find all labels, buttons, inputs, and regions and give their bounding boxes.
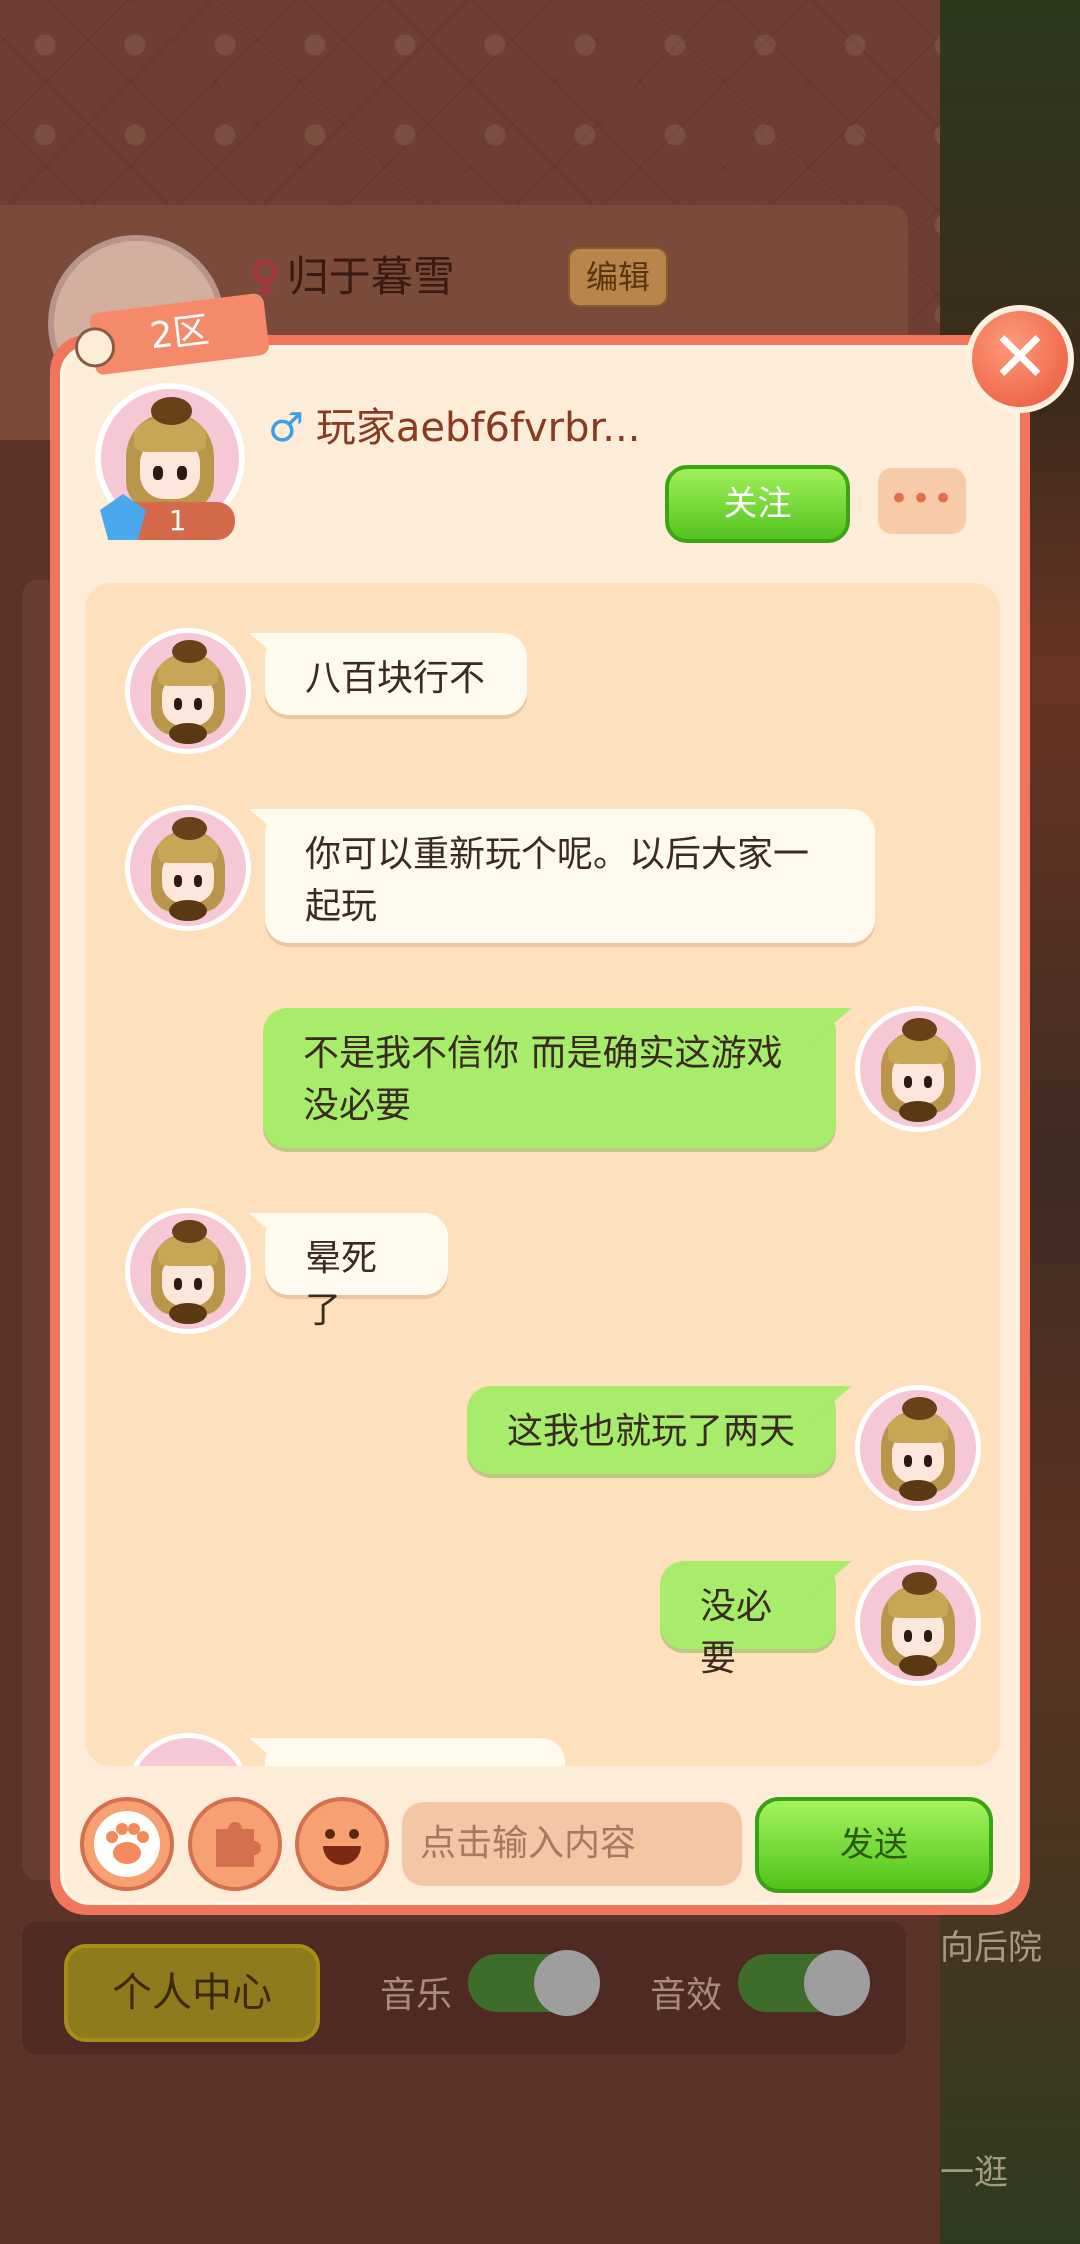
bg-text: 一逛 (940, 2153, 1008, 2193)
girl-avatar-icon (860, 1011, 976, 1127)
settings-bar: 个人中心 音乐 音效 (22, 1922, 906, 2054)
message-avatar[interactable] (855, 1560, 981, 1686)
toggle-knob (804, 1950, 870, 2016)
music-label: 音乐 (380, 1975, 453, 2016)
message-input[interactable]: 点击输入内容 (402, 1802, 742, 1886)
edit-button[interactable]: 编辑 (568, 247, 668, 307)
message-avatar[interactable] (125, 628, 251, 754)
player-name: ♂ 玩家aebf6fvrbr... (268, 405, 641, 451)
message-bubble: 没必要 (660, 1561, 836, 1679)
message-bubble: 这我也就玩了两天 (467, 1386, 836, 1474)
girl-avatar-icon (130, 1213, 246, 1329)
music-toggle[interactable] (468, 1950, 600, 2016)
message-bubble: 晕死了 (265, 1213, 448, 1331)
girl-avatar-icon (860, 1565, 976, 1681)
message-bubble: 不是我不信你 而是确实这游戏没必要 (263, 1008, 836, 1148)
girl-avatar-icon (130, 810, 246, 926)
follow-button[interactable]: 关注 (665, 465, 850, 543)
chat-messages[interactable]: 八百块行不 你可以重新玩个呢。以后大家一起玩 不是我不信你 而是确实这游戏没必要… (85, 583, 1000, 1766)
message-avatar[interactable] (125, 1208, 251, 1334)
message-avatar[interactable] (125, 1733, 251, 1766)
message-bubble: 八百块行不 (265, 633, 527, 715)
close-button[interactable]: ✕ (966, 305, 1074, 413)
emoji-icon[interactable] (295, 1797, 389, 1891)
message-avatar[interactable] (855, 1385, 981, 1511)
message-bubble-partial (265, 1738, 565, 1766)
toggle-knob (534, 1950, 600, 2016)
male-icon: ♂ (268, 405, 304, 451)
message-bubble: 你可以重新玩个呢。以后大家一起玩 (265, 809, 875, 943)
sound-toggle[interactable] (738, 1950, 870, 2016)
send-button[interactable]: 发送 (755, 1797, 993, 1893)
profile-name: ♀ 归于暮雪 (250, 252, 455, 301)
more-button[interactable]: ••• (878, 468, 966, 534)
bg-text: 向后院 (940, 1928, 1042, 1968)
message-avatar[interactable] (125, 805, 251, 931)
sound-label: 音效 (650, 1975, 723, 2016)
girl-avatar-icon (130, 633, 246, 749)
personal-center-button[interactable]: 个人中心 (64, 1944, 320, 2042)
paw-icon[interactable] (80, 1797, 174, 1891)
puzzle-icon[interactable] (188, 1797, 282, 1891)
message-avatar[interactable] (855, 1006, 981, 1132)
girl-avatar-icon (860, 1390, 976, 1506)
